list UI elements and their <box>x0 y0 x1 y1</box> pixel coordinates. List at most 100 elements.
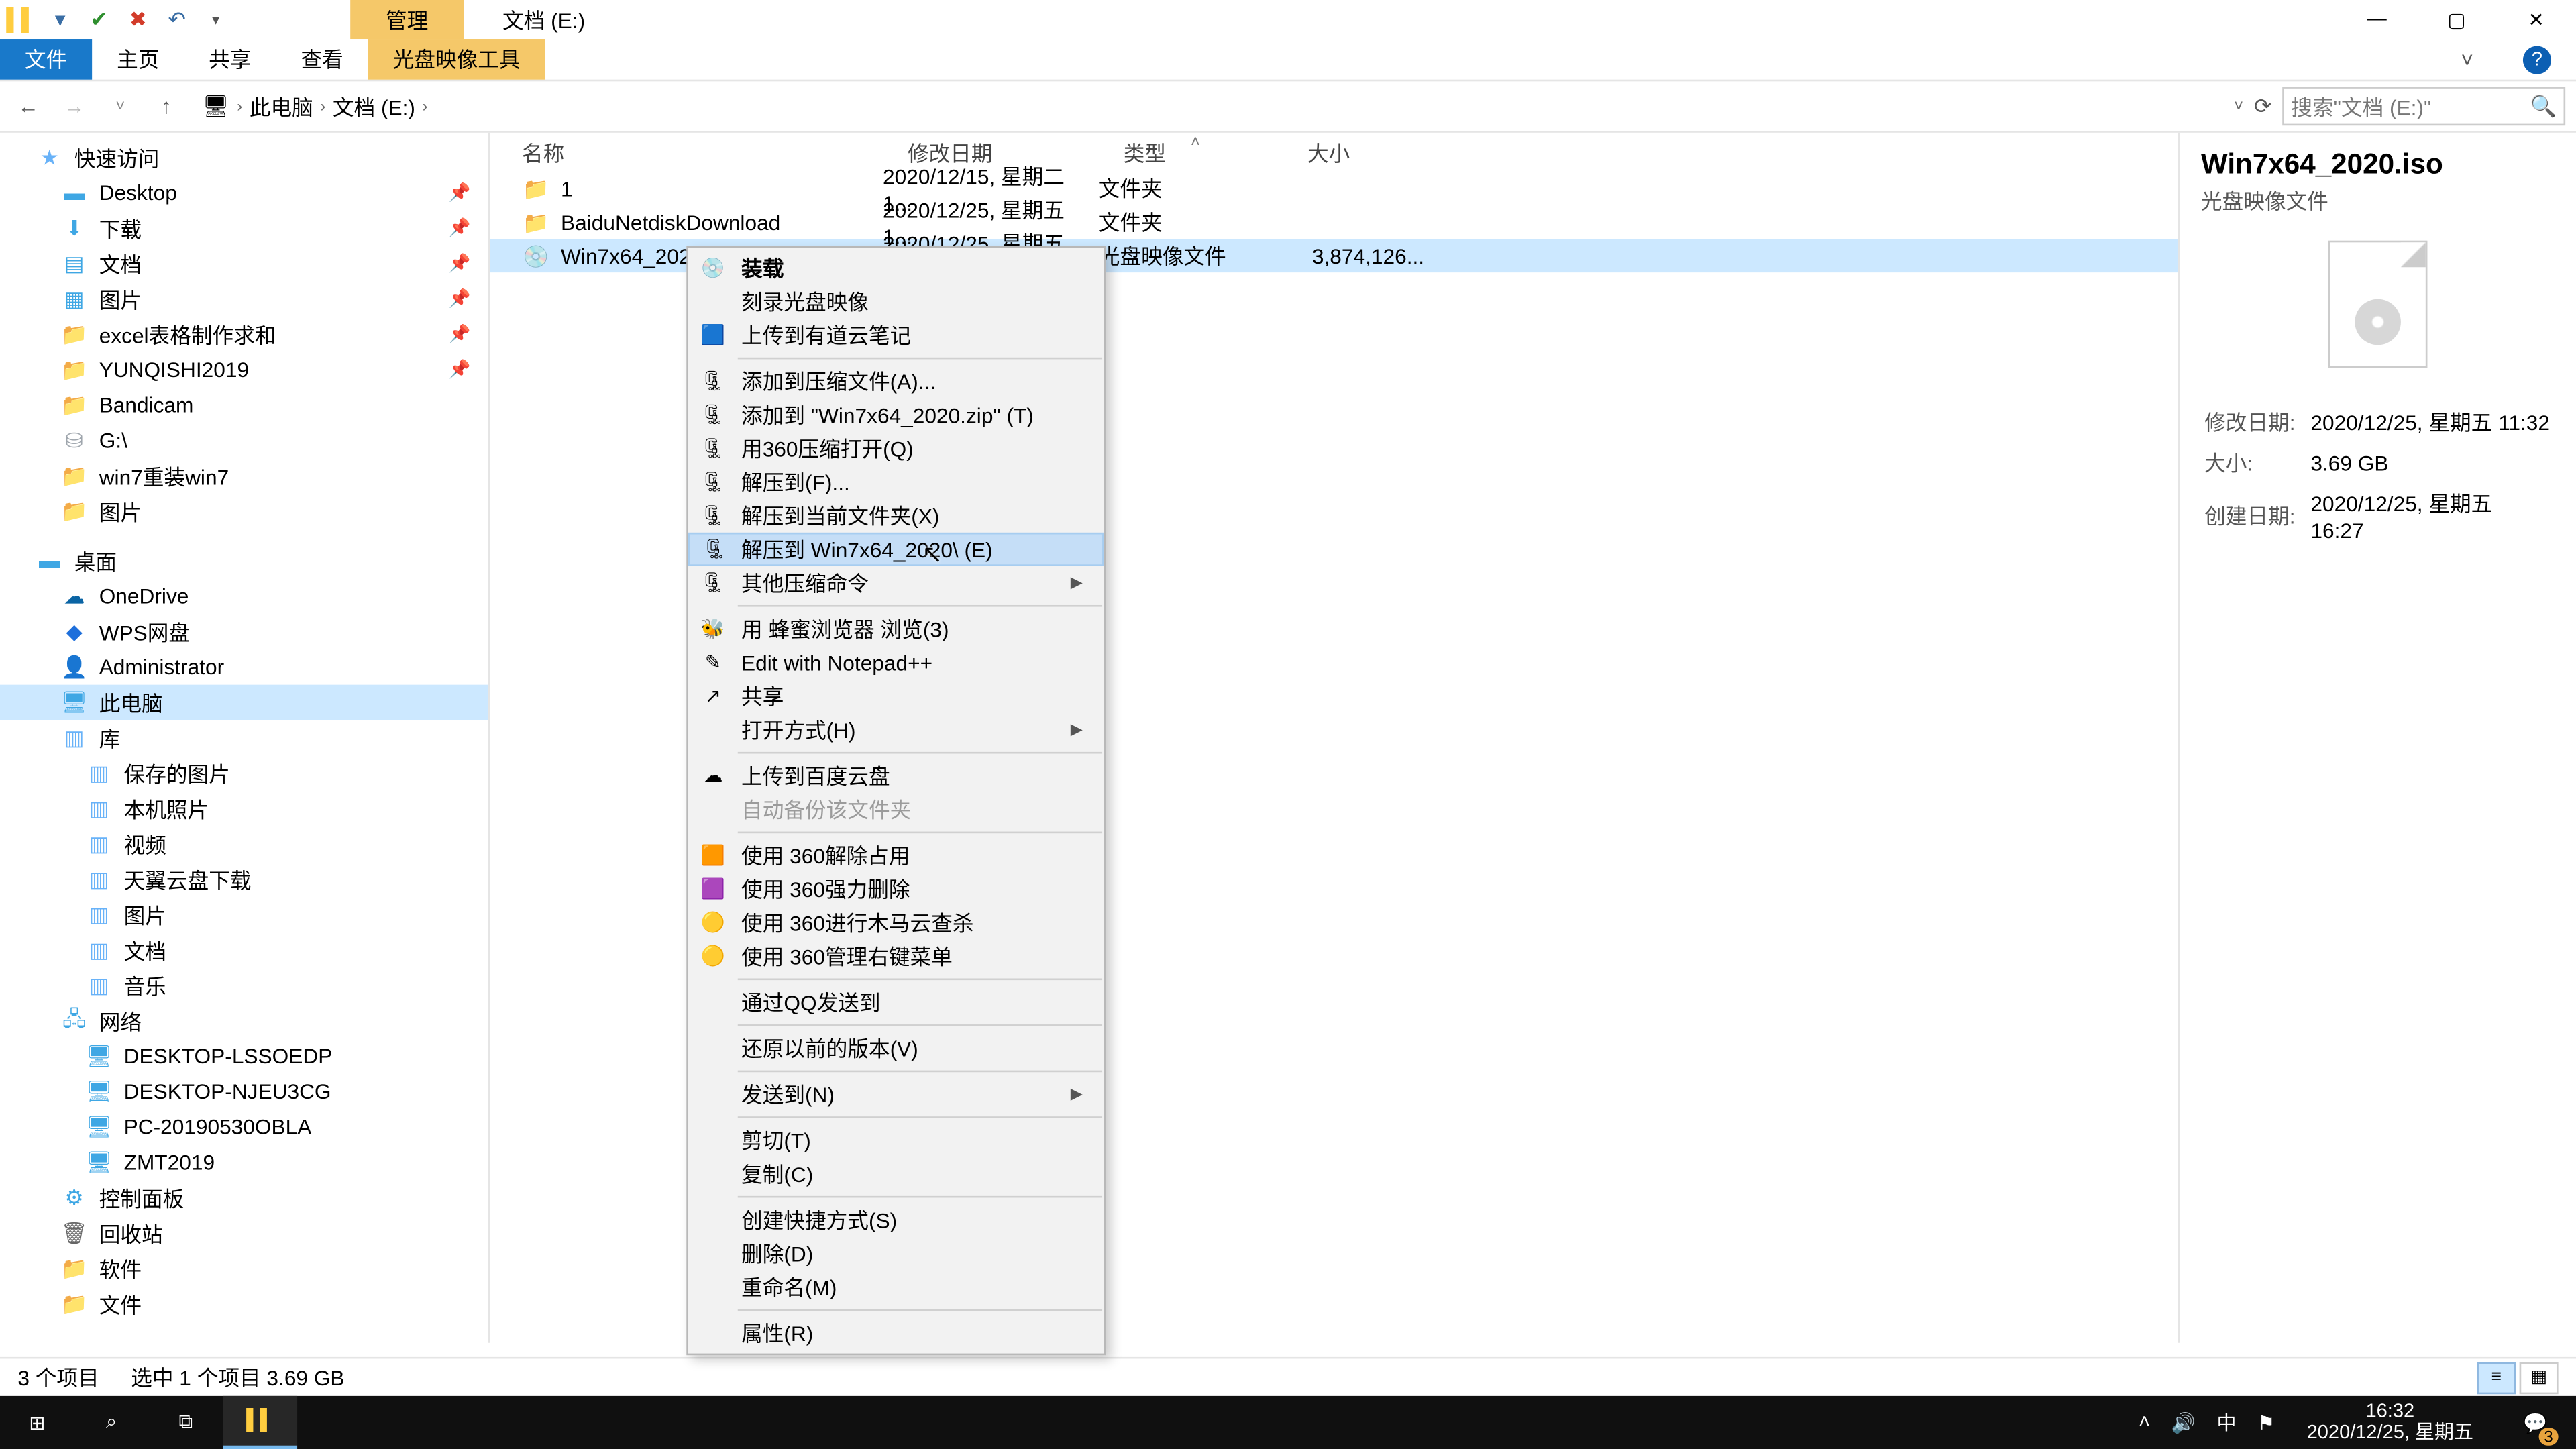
tray-overflow-icon[interactable]: ˄ <box>2139 1412 2150 1434</box>
security-icon[interactable]: ⚑ <box>2257 1411 2275 1434</box>
action-center-button[interactable]: 💬3 <box>2506 1396 2566 1449</box>
tree-item[interactable]: ▥图片 <box>0 897 488 932</box>
context-menu-item[interactable]: 删除(D) <box>688 1237 1104 1271</box>
tree-downloads[interactable]: ⬇下载📌 <box>0 211 488 246</box>
qat-more-icon[interactable]: ▾ <box>202 5 230 34</box>
file-row[interactable]: 📁12020/12/15, 星期二 1...文件夹 <box>490 172 2178 205</box>
context-menu-item[interactable]: 重命名(M) <box>688 1271 1104 1304</box>
context-menu-item[interactable]: 🟡使用 360进行木马云查杀 <box>688 906 1104 939</box>
context-menu-item[interactable]: 🗜添加到压缩文件(A)... <box>688 364 1104 398</box>
taskbar[interactable]: ⊞ ⌕ ⧉ ▌▌ ˄ 🔊 中 ⚑ 16:32 2020/12/25, 星期五 💬… <box>0 1396 2576 1449</box>
context-menu-item[interactable]: 🗜其他压缩命令▶ <box>688 566 1104 600</box>
volume-icon[interactable]: 🔊 <box>2171 1411 2196 1434</box>
column-headers[interactable]: 名称 修改日期 类型 大小 <box>490 133 2178 172</box>
qat-undo-icon[interactable]: ↶ <box>163 5 191 34</box>
nav-up-button[interactable]: ↑ <box>149 94 184 119</box>
tree-item[interactable]: ▥本机照片 <box>0 791 488 826</box>
tree-item[interactable]: 📁excel表格制作求和📌 <box>0 317 488 352</box>
crumb-pc[interactable]: 此电脑 <box>250 91 313 121</box>
maximize-button[interactable]: ▢ <box>2417 0 2497 39</box>
task-view-button[interactable]: ⧉ <box>149 1396 223 1449</box>
refresh-button[interactable]: ⟳ <box>2254 94 2272 119</box>
nav-forward-button[interactable]: → <box>56 94 92 119</box>
view-details-button[interactable]: ≡ <box>2477 1361 2516 1393</box>
taskbar-search-button[interactable]: ⌕ <box>74 1396 149 1449</box>
tree-network[interactable]: 🖧网络 <box>0 1003 488 1038</box>
nav-tree[interactable]: ★快速访问 ▬Desktop📌 ⬇下载📌 ▤文档📌 ▦图片📌 📁excel表格制… <box>0 133 490 1343</box>
ribbon-tab-file[interactable]: 文件 <box>0 39 92 80</box>
tree-item[interactable]: ▥保存的图片 <box>0 755 488 791</box>
context-menu-item[interactable]: 🟪使用 360强力删除 <box>688 872 1104 906</box>
context-menu-item[interactable]: 打开方式(H)▶ <box>688 713 1104 747</box>
tree-item[interactable]: 🖥DESKTOP-NJEU3CG <box>0 1074 488 1110</box>
tree-wps[interactable]: ◆WPS网盘 <box>0 614 488 649</box>
qat-check-icon[interactable]: ✔ <box>85 5 113 34</box>
context-menu-item[interactable]: ↗共享 <box>688 680 1104 713</box>
col-size[interactable]: 大小 <box>1283 137 1442 167</box>
search-icon[interactable]: 🔍 <box>2530 94 2557 119</box>
tree-libraries[interactable]: ▥库 <box>0 720 488 755</box>
qat-down-icon[interactable]: ▾ <box>46 5 74 34</box>
ime-indicator[interactable]: 中 <box>2216 1408 2236 1436</box>
context-menu-item[interactable]: 🗜添加到 "Win7x64_2020.zip" (T) <box>688 398 1104 431</box>
ribbon-tab-home[interactable]: 主页 <box>92 39 184 80</box>
ribbon-tab-view[interactable]: 查看 <box>276 39 368 80</box>
close-button[interactable]: ✕ <box>2496 0 2576 39</box>
context-menu-item[interactable]: 发送到(N)▶ <box>688 1077 1104 1111</box>
tree-item[interactable]: ▥音乐 <box>0 968 488 1004</box>
taskbar-explorer-button[interactable]: ▌▌ <box>223 1396 297 1449</box>
crumb-drive[interactable]: 文档 (E:) <box>333 91 415 121</box>
taskbar-clock[interactable]: 16:32 2020/12/25, 星期五 <box>2296 1401 2484 1444</box>
qat-delete-icon[interactable]: ✖ <box>124 5 152 34</box>
context-menu-item[interactable]: 🟡使用 360管理右键菜单 <box>688 939 1104 973</box>
nav-recent-icon[interactable]: ˅ <box>103 97 138 115</box>
context-menu-item[interactable]: 复制(C) <box>688 1157 1104 1191</box>
tree-control-panel[interactable]: ⚙控制面板 <box>0 1180 488 1216</box>
context-menu-item[interactable]: 🟦上传到有道云笔记 <box>688 319 1104 352</box>
tree-item[interactable]: 📁文件 <box>0 1286 488 1322</box>
help-button[interactable]: ? <box>2498 39 2576 80</box>
system-tray[interactable]: ˄ 🔊 中 ⚑ 16:32 2020/12/25, 星期五 💬3 <box>2128 1396 2576 1449</box>
tree-onedrive[interactable]: ☁OneDrive <box>0 578 488 614</box>
ribbon-tab-disctools[interactable]: 光盘映像工具 <box>368 39 545 80</box>
nav-back-button[interactable]: ← <box>11 94 46 119</box>
context-menu-item[interactable]: 创建快捷方式(S) <box>688 1203 1104 1236</box>
context-menu-item[interactable]: 剪切(T) <box>688 1124 1104 1157</box>
crumb-dropdown-icon[interactable]: ˅ <box>2234 97 2243 115</box>
view-thumbnails-button[interactable]: ▦ <box>2520 1361 2559 1393</box>
context-menu-item[interactable]: 🐝用 蜂蜜浏览器 浏览(3) <box>688 612 1104 646</box>
search-input[interactable]: 搜索"文档 (E:)" 🔍 <box>2282 87 2565 125</box>
context-menu-item[interactable]: 💿装载 <box>688 252 1104 285</box>
tree-this-pc[interactable]: 🖥此电脑 <box>0 685 488 720</box>
tree-desktop-root[interactable]: ▬桌面 <box>0 543 488 579</box>
context-menu-item[interactable]: ☁上传到百度云盘 <box>688 759 1104 792</box>
file-row[interactable]: 📁BaiduNetdiskDownload2020/12/25, 星期五 1..… <box>490 205 2178 239</box>
col-name[interactable]: 名称 <box>490 137 883 167</box>
breadcrumb[interactable]: 🖥 › 此电脑 › 文档 (E:) › <box>195 87 2223 125</box>
tree-item[interactable]: 📁YUNQISHI2019📌 <box>0 352 488 388</box>
context-menu-item[interactable]: 🗜解压到 Win7x64_2020\ (E) <box>688 533 1104 566</box>
tree-item[interactable]: 📁Bandicam <box>0 388 488 423</box>
tree-item[interactable]: 📁win7重装win7 <box>0 458 488 494</box>
context-menu-item[interactable]: 🗜解压到(F)... <box>688 466 1104 499</box>
tree-item[interactable]: 🖥ZMT2019 <box>0 1144 488 1180</box>
tree-quick-access[interactable]: ★快速访问 <box>0 140 488 175</box>
context-menu-item[interactable]: 通过QQ发送到 <box>688 985 1104 1019</box>
context-menu-item[interactable]: 属性(R) <box>688 1316 1104 1350</box>
tree-documents[interactable]: ▤文档📌 <box>0 246 488 282</box>
tree-item[interactable]: ▥视频 <box>0 826 488 862</box>
tree-item[interactable]: 📁软件 <box>0 1251 488 1287</box>
tree-user[interactable]: 👤Administrator <box>0 649 488 685</box>
tree-item[interactable]: ▥文档 <box>0 932 488 968</box>
tree-desktop[interactable]: ▬Desktop📌 <box>0 175 488 211</box>
ribbon-tab-share[interactable]: 共享 <box>184 39 276 80</box>
context-menu-item[interactable]: ✎Edit with Notepad++ <box>688 646 1104 680</box>
tree-item[interactable]: ▥天翼云盘下载 <box>0 861 488 897</box>
tree-item[interactable]: 🖥PC-20190530OBLA <box>0 1110 488 1145</box>
tree-item[interactable]: 📁图片 <box>0 494 488 529</box>
minimize-button[interactable]: — <box>2337 0 2417 39</box>
context-menu-item[interactable]: 🗜解压到当前文件夹(X) <box>688 499 1104 533</box>
context-menu-item[interactable]: 还原以前的版本(V) <box>688 1032 1104 1065</box>
context-menu-item[interactable]: 🗜用360压缩打开(Q) <box>688 432 1104 466</box>
tree-recycle-bin[interactable]: 🗑回收站 <box>0 1216 488 1251</box>
